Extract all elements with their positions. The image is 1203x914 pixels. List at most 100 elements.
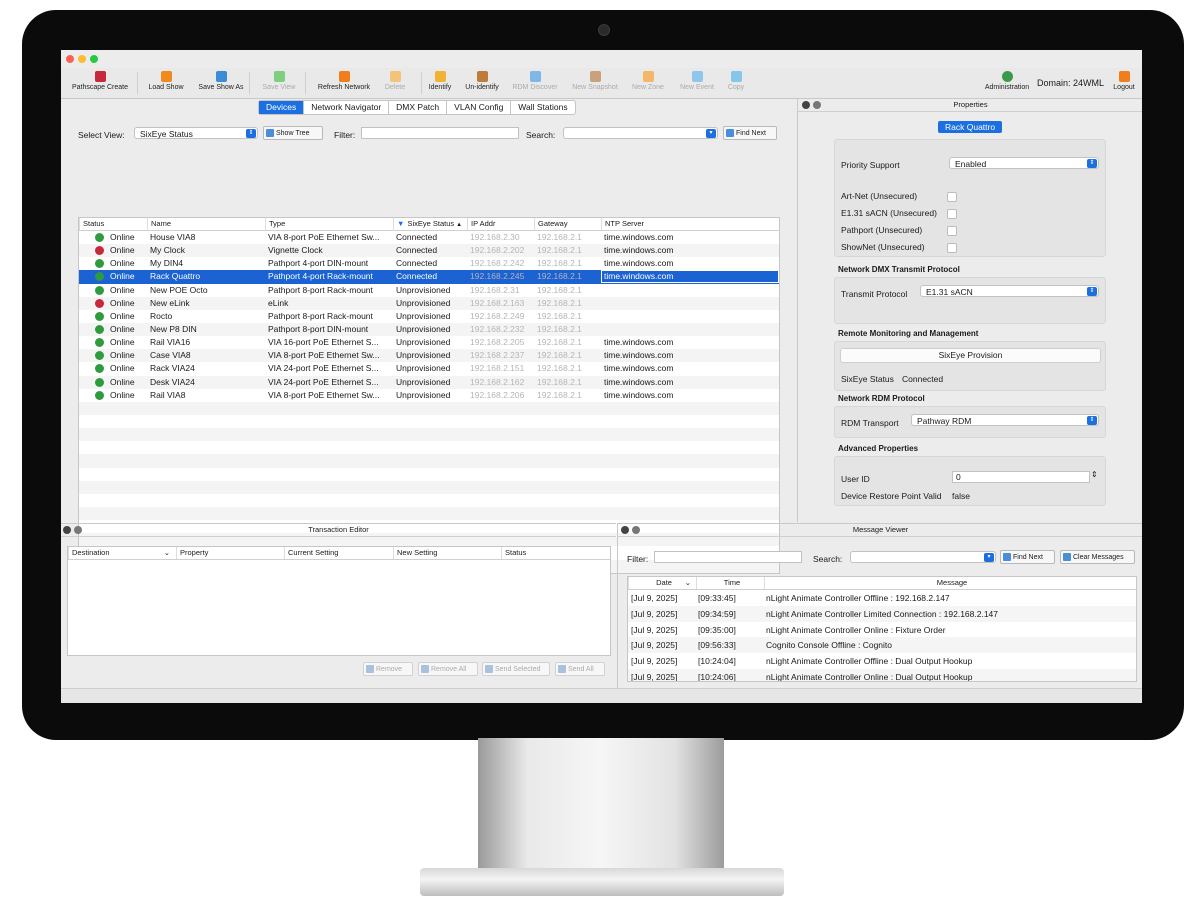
table-row[interactable]: Online Desk VIA24 VIA 24-port PoE Ethernet… [79, 375, 779, 389]
cell-gw: 192.168.2.1 [537, 389, 582, 400]
column-header-name[interactable]: Name [147, 218, 265, 230]
remove-label: Remove [376, 666, 403, 673]
close-panel-icon[interactable] [63, 526, 71, 534]
column-header-new-setting[interactable]: New Setting [393, 547, 501, 559]
find-next-button[interactable]: Find Next [723, 126, 777, 140]
column-header-date[interactable]: Date ⌄ [628, 577, 696, 589]
copy-button[interactable]: Copy [721, 69, 751, 97]
tab-dmx-patch[interactable]: DMX Patch [389, 101, 448, 114]
priority-support-dropdown[interactable]: Enabled ⇕ [949, 157, 1099, 169]
column-header-destination[interactable]: Destination ⌄ [68, 547, 176, 559]
send-all-button[interactable]: Send All [555, 662, 605, 676]
sixeye-provision-button[interactable]: SixEye Provision [840, 348, 1101, 363]
column-header-time[interactable]: Time [696, 577, 764, 589]
close-window-button[interactable] [66, 55, 74, 63]
refresh-network-button[interactable]: Refresh Network [313, 69, 375, 97]
close-panel-icon[interactable] [802, 101, 810, 109]
search-dropdown[interactable]: ▾ [563, 127, 718, 139]
show-tree-button[interactable]: Show Tree [263, 126, 323, 140]
cell-type: VIA 24-port PoE Ethernet S... [268, 363, 379, 374]
pathscape-create-button[interactable]: Pathscape Create [65, 69, 135, 97]
column-header-message[interactable]: Message [764, 577, 1136, 589]
message-find-next-button[interactable]: Find Next [1000, 550, 1055, 564]
table-row[interactable]: Online New POE Octo Pathport 8-port Rack-m… [79, 284, 779, 297]
message-row[interactable]: [Jul 9, 2025] [09:56:33] Cognito Console O… [628, 637, 1136, 654]
tab-vlan-config[interactable]: VLAN Config [447, 101, 512, 114]
clear-messages-button[interactable]: Clear Messages [1060, 550, 1135, 564]
search-icon [1003, 553, 1011, 561]
zoom-window-button[interactable] [90, 55, 98, 63]
new-snapshot-icon [589, 71, 601, 82]
tab-devices[interactable]: Devices [259, 101, 305, 114]
protocol-checkbox[interactable] [947, 226, 957, 236]
send-selected-button[interactable]: Send Selected [482, 662, 550, 676]
table-row[interactable]: Online Rack VIA24 VIA 24-port PoE Ethernet… [79, 362, 779, 375]
new-snapshot-button[interactable]: New Snapshot [566, 69, 624, 97]
message-cell-date: [Jul 9, 2025] [631, 640, 678, 651]
filter-input[interactable] [361, 127, 519, 139]
column-header-property[interactable]: Property [176, 547, 284, 559]
tab-wall-stations[interactable]: Wall Stations [511, 101, 574, 114]
remove-button[interactable]: Remove [363, 662, 413, 676]
cell-status: Online [110, 337, 135, 348]
user-id-stepper-icon[interactable]: ⇕ [1091, 470, 1098, 479]
close-panel-icon[interactable] [621, 526, 629, 534]
logout-button[interactable]: Logout [1109, 69, 1139, 97]
protocol-checkbox[interactable] [947, 192, 957, 202]
tab-network-navigator[interactable]: Network Navigator [304, 101, 390, 114]
column-header-type[interactable]: Type [265, 218, 393, 230]
rdm-discover-button[interactable]: RDM Discover [509, 69, 561, 97]
message-row[interactable]: [Jul 9, 2025] [09:35:00] nLight Animate Co… [628, 622, 1136, 638]
cell-name: My DIN4 [150, 258, 184, 269]
user-id-field[interactable]: 0 [952, 471, 1090, 483]
table-row[interactable]: Online My DIN4 Pathport 4-port DIN-mount Co… [79, 257, 779, 270]
save-show-as-button[interactable]: Save Show As [193, 69, 249, 97]
column-header-sixeye-status[interactable]: ▼ SixEye Status ▲ [393, 218, 467, 231]
message-row[interactable]: [Jul 9, 2025] [09:34:59] nLight Animate Co… [628, 605, 1136, 622]
table-row[interactable]: Online New P8 DIN Pathport 8-port DIN-moun… [79, 322, 779, 337]
new-event-button[interactable]: New Event [674, 69, 720, 97]
protocol-checkbox[interactable] [947, 209, 957, 219]
table-row[interactable]: Online Rocto Pathport 8-port Rack-mount Unp… [79, 310, 779, 323]
identify-button[interactable]: Identify [423, 69, 457, 97]
table-row[interactable]: Online Rail VIA16 VIA 16-port PoE Ethernet… [79, 336, 779, 349]
detach-panel-icon[interactable] [632, 526, 640, 534]
delete-button[interactable]: Delete [379, 69, 411, 97]
message-row[interactable]: [Jul 9, 2025] [09:33:45] nLight Animate Co… [628, 590, 1136, 606]
column-header-ip-addr[interactable]: IP Addr [467, 218, 534, 230]
cell-type: Pathport 4-port Rack-mount [268, 271, 373, 282]
message-filter-input[interactable] [654, 551, 802, 563]
column-header-status[interactable]: Status [79, 218, 147, 230]
table-row[interactable]: Online My Clock Vignette Clock Connected 192… [79, 244, 779, 258]
message-row[interactable]: [Jul 9, 2025] [10:24:04] nLight Animate Co… [628, 653, 1136, 669]
save-view-button[interactable]: Save View [255, 69, 303, 97]
message-search-dropdown[interactable]: ▾ [850, 551, 996, 563]
administration-button[interactable]: Administration [979, 69, 1035, 97]
table-row[interactable]: Online New eLink eLink Unprovisioned 192.168… [79, 296, 779, 310]
empty-table-row [79, 441, 779, 454]
message-cell-time: [09:56:33] [698, 640, 736, 651]
device-status-icon [95, 298, 104, 308]
cell-type: VIA 8-port PoE Ethernet Sw... [268, 350, 380, 361]
remove-all-button[interactable]: Remove All [418, 662, 478, 676]
rdm-transport-dropdown[interactable]: Pathway RDM ⇕ [911, 414, 1099, 426]
table-row[interactable]: Online Rail VIA8 VIA 8-port PoE Ethernet S… [79, 389, 779, 402]
load-show-button[interactable]: Load Show [141, 69, 191, 97]
new-zone-button[interactable]: New Zone [626, 69, 670, 97]
table-row[interactable]: Online Rack Quattro Pathport 4-port Rack-m… [79, 270, 779, 284]
message-row[interactable]: [Jul 9, 2025] [10:24:06] nLight Animate Co… [628, 668, 1136, 681]
column-header-status[interactable]: Status [501, 547, 609, 559]
column-header-ntp-server[interactable]: NTP Server [601, 218, 779, 230]
detach-panel-icon[interactable] [813, 101, 821, 109]
table-row[interactable]: Online Case VIA8 VIA 8-port PoE Ethernet S… [79, 349, 779, 363]
column-header-current-setting[interactable]: Current Setting [284, 547, 393, 559]
column-header-gateway[interactable]: Gateway [534, 218, 601, 230]
table-row[interactable]: Online House VIA8 VIA 8-port PoE Ethernet … [79, 231, 779, 244]
protocol-checkbox[interactable] [947, 243, 957, 253]
select-view-dropdown[interactable]: SixEye Status ⇕ [134, 127, 258, 139]
cell-ntp: time.windows.com [604, 376, 674, 387]
detach-panel-icon[interactable] [74, 526, 82, 534]
un-identify-button[interactable]: Un-identify [459, 69, 505, 97]
minimize-window-button[interactable] [78, 55, 86, 63]
transmit-protocol-dropdown[interactable]: E1.31 sACN ⇕ [920, 285, 1099, 297]
